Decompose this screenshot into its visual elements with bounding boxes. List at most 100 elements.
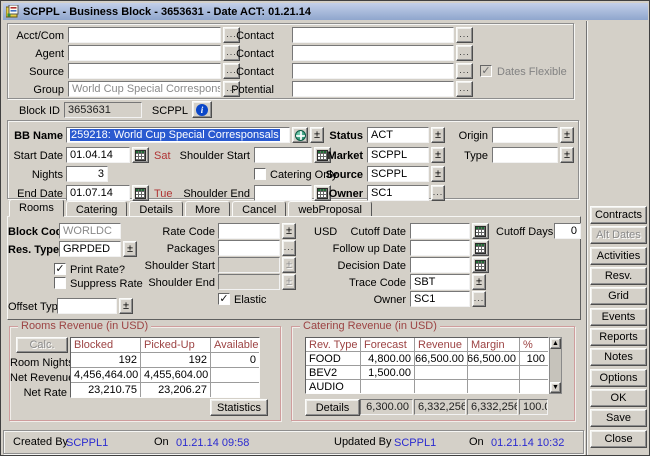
net-revenue-picked: 4,455,604.00	[141, 368, 210, 382]
options-button[interactable]: Options	[590, 369, 647, 387]
contact1-field[interactable]	[292, 27, 454, 43]
cutoff-days-field[interactable]: 0	[554, 223, 581, 239]
contact2-label: Contact	[204, 48, 274, 62]
details-button[interactable]: Details	[305, 399, 360, 416]
calendar-icon	[475, 226, 486, 237]
net-rate-row-label: Net Rate	[10, 387, 67, 401]
potential-field[interactable]	[292, 81, 454, 97]
shoulder-start-field[interactable]	[254, 147, 312, 163]
activities-button[interactable]: Activities	[590, 247, 647, 265]
type-field[interactable]	[492, 147, 558, 163]
catering-scrollbar[interactable]: ▲ ▼	[549, 337, 562, 394]
print-rate-checkbox[interactable]: ✓	[54, 263, 66, 275]
room-nights-row-label: Room Nights	[10, 357, 67, 371]
decision-date-calendar-button[interactable]	[472, 257, 489, 273]
statistics-button[interactable]: Statistics	[210, 399, 268, 416]
contact3-field[interactable]	[292, 63, 454, 79]
origin-dropdown-button[interactable]: ±	[560, 127, 574, 143]
property-info-button[interactable]: i	[192, 101, 212, 118]
follow-up-date-field[interactable]	[410, 240, 470, 256]
contact3-lookup-button[interactable]: ...	[456, 63, 473, 79]
elastic-checkbox[interactable]: ✓	[218, 293, 230, 305]
nights-field[interactable]: 3	[66, 166, 108, 182]
bb-name-field[interactable]: 259218: World Cup Special Corresponsals	[66, 127, 290, 143]
trace-code-dropdown-button[interactable]: ±	[472, 274, 486, 290]
save-button[interactable]: Save	[590, 409, 647, 427]
origin-label: Origin	[440, 130, 488, 144]
origin-field[interactable]	[492, 127, 558, 143]
type-dropdown-button[interactable]: ±	[560, 147, 574, 163]
food-margin: 9,866,500.00	[468, 352, 519, 365]
decision-date-field[interactable]	[410, 257, 470, 273]
trace-code-field[interactable]: SBT	[410, 274, 470, 290]
group-field[interactable]: World Cup Special Corresponsals	[68, 81, 221, 97]
tab-rooms[interactable]: Rooms	[9, 199, 64, 217]
tab-catering[interactable]: Catering	[66, 201, 128, 217]
resv-button[interactable]: Resv.	[590, 267, 647, 285]
app-icon	[6, 5, 19, 18]
group-label: Group	[8, 84, 64, 98]
offset-types-dropdown-button[interactable]: ±	[119, 298, 133, 314]
packages-lookup-button[interactable]: ...	[282, 240, 296, 256]
reports-button[interactable]: Reports	[590, 328, 647, 346]
dates-flexible-label: Dates Flexible	[497, 66, 567, 80]
rate-code-field[interactable]	[218, 223, 280, 239]
start-date-calendar-button[interactable]	[132, 147, 149, 163]
rate-code-dropdown-button[interactable]: ±	[282, 223, 296, 239]
potential-lookup-button[interactable]: ...	[456, 81, 473, 97]
cutoff-date-calendar-button[interactable]	[472, 223, 489, 239]
catering-only-checkbox[interactable]	[254, 168, 266, 180]
suppress-rate-checkbox[interactable]	[54, 277, 66, 289]
tab-details[interactable]: Details	[129, 201, 183, 217]
net-rate-available	[211, 383, 259, 397]
calendar-icon	[475, 243, 486, 254]
contracts-button[interactable]: Contracts	[590, 206, 647, 224]
bb-source-field[interactable]: SCPPL	[367, 166, 429, 182]
tab-webproposal[interactable]: webProposal	[288, 201, 372, 217]
contact2-field[interactable]	[292, 45, 454, 61]
scroll-down-button[interactable]: ▼	[550, 382, 561, 393]
col-header-picked-up: Picked-Up	[141, 338, 210, 352]
bb-owner-field[interactable]: SC1	[367, 185, 429, 201]
bb-name-globe-button[interactable]	[292, 127, 308, 143]
calc-button: Calc.	[16, 337, 68, 353]
room-nights-blocked: 192	[71, 353, 140, 367]
updated-by-label: Updated By	[334, 436, 390, 450]
market-label: Market	[308, 150, 363, 164]
follow-up-date-calendar-button[interactable]	[472, 240, 489, 256]
acct-com-field[interactable]	[68, 27, 221, 43]
packages-field[interactable]	[218, 240, 280, 256]
room-nights-picked: 192	[141, 353, 210, 367]
packages-label: Packages	[108, 243, 215, 257]
tab-more[interactable]: More	[185, 201, 230, 217]
updated-on-label: On	[469, 436, 487, 450]
net-revenue-blocked: 4,456,464.00	[71, 368, 140, 382]
contact1-lookup-button[interactable]: ...	[456, 27, 473, 43]
status-field[interactable]: ACT	[367, 127, 429, 143]
bev2-type: BEV2	[306, 366, 360, 379]
bb-source-dropdown-button[interactable]: ±	[431, 166, 445, 182]
offset-types-field[interactable]	[57, 298, 117, 314]
rt-owner-lookup-button[interactable]: ...	[472, 291, 486, 307]
bb-owner-lookup-button[interactable]: ...	[431, 185, 445, 201]
globe-icon	[295, 130, 306, 141]
scroll-up-button[interactable]: ▲	[550, 338, 561, 349]
contact2-lookup-button[interactable]: ...	[456, 45, 473, 61]
audio-revenue	[415, 380, 467, 393]
cutoff-date-field[interactable]	[410, 223, 470, 239]
ok-button[interactable]: OK	[590, 389, 647, 407]
rt-owner-field[interactable]: SC1	[410, 291, 470, 307]
start-date-field[interactable]: 01.04.14	[66, 147, 130, 163]
events-button[interactable]: Events	[590, 308, 647, 326]
info-icon: i	[196, 104, 208, 116]
market-field[interactable]: SCPPL	[367, 147, 429, 163]
grid-button[interactable]: Grid	[590, 287, 647, 305]
updated-on-value: 01.21.14 10:32	[491, 437, 581, 451]
agent-field[interactable]	[68, 45, 221, 61]
rt-shoulder-end-dropdown-button: ±	[282, 274, 296, 290]
source-field[interactable]	[68, 63, 221, 79]
notes-button[interactable]: Notes	[590, 348, 647, 366]
start-date-label: Start Date	[8, 150, 63, 164]
close-button[interactable]: Close	[590, 430, 647, 448]
tab-cancel[interactable]: Cancel	[232, 201, 286, 217]
